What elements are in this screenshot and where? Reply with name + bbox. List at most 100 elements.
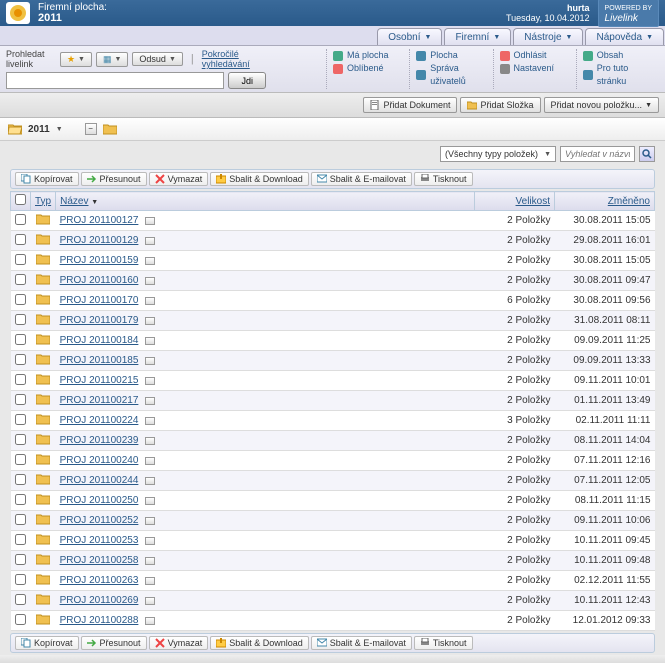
item-link[interactable]: PROJ 201100244: [60, 475, 139, 486]
zip-button[interactable]: Sbalit & Download: [210, 172, 309, 186]
copy-button[interactable]: Kopírovat: [15, 636, 79, 650]
app-logo[interactable]: [6, 2, 30, 24]
copy-button[interactable]: Kopírovat: [15, 172, 79, 186]
item-link[interactable]: PROJ 201100159: [60, 255, 139, 266]
item-link[interactable]: PROJ 201100253: [60, 535, 139, 546]
menu-item-nastavení[interactable]: Nastavení: [500, 62, 570, 75]
menu-item-obsah[interactable]: Obsah: [583, 49, 653, 62]
row-checkbox[interactable]: [15, 534, 26, 545]
row-checkbox[interactable]: [15, 514, 26, 525]
folder-nav-icon[interactable]: [103, 123, 117, 135]
delete-button[interactable]: Vymazat: [149, 172, 209, 186]
row-menu-button[interactable]: [145, 517, 155, 525]
row-menu-button[interactable]: [145, 577, 155, 585]
add-folder-button[interactable]: Přidat Složka: [460, 97, 540, 113]
mail-button[interactable]: Sbalit & E-mailovat: [311, 636, 412, 650]
item-link[interactable]: PROJ 201100224: [60, 415, 139, 426]
row-menu-button[interactable]: [145, 317, 155, 325]
type-filter-dropdown[interactable]: (Všechny typy položek)▼: [440, 146, 556, 162]
item-link[interactable]: PROJ 201100179: [60, 315, 139, 326]
tab-firemní[interactable]: Firemní▼: [444, 28, 511, 45]
item-link[interactable]: PROJ 201100269: [60, 595, 139, 606]
row-menu-button[interactable]: [145, 497, 155, 505]
go-button[interactable]: Jdi: [228, 72, 266, 89]
row-checkbox[interactable]: [15, 374, 26, 385]
print-button[interactable]: Tisknout: [414, 172, 473, 186]
menu-item-plocha[interactable]: Plocha: [416, 49, 486, 62]
row-checkbox[interactable]: [15, 294, 26, 305]
row-checkbox[interactable]: [15, 614, 26, 625]
item-link[interactable]: PROJ 201100160: [60, 275, 139, 286]
row-menu-button[interactable]: [145, 457, 155, 465]
row-menu-button[interactable]: [145, 437, 155, 445]
row-menu-button[interactable]: [145, 277, 155, 285]
row-checkbox[interactable]: [15, 554, 26, 565]
delete-button[interactable]: Vymazat: [149, 636, 209, 650]
search-input[interactable]: [6, 72, 224, 89]
item-link[interactable]: PROJ 201100170: [60, 295, 139, 306]
item-link[interactable]: PROJ 201100258: [60, 555, 139, 566]
move-button[interactable]: Přesunout: [81, 636, 147, 650]
row-checkbox[interactable]: [15, 434, 26, 445]
item-link[interactable]: PROJ 201100239: [60, 435, 139, 446]
row-menu-button[interactable]: [145, 237, 155, 245]
crumb-dropdown[interactable]: ▼: [56, 126, 63, 133]
row-checkbox[interactable]: [15, 354, 26, 365]
col-type[interactable]: Typ: [31, 192, 56, 211]
move-button[interactable]: Přesunout: [81, 172, 147, 186]
add-document-button[interactable]: Přidat Dokument: [363, 97, 457, 113]
row-menu-button[interactable]: [145, 377, 155, 385]
row-checkbox[interactable]: [15, 414, 26, 425]
row-checkbox[interactable]: [15, 234, 26, 245]
col-size[interactable]: Velikost: [475, 192, 555, 211]
print-button[interactable]: Tisknout: [414, 636, 473, 650]
item-link[interactable]: PROJ 201100250: [60, 495, 139, 506]
name-filter-input[interactable]: [560, 146, 635, 162]
tab-osobní[interactable]: Osobní▼: [377, 28, 442, 45]
item-link[interactable]: PROJ 201100129: [60, 235, 139, 246]
favorites-button[interactable]: ★▼: [60, 52, 92, 67]
item-link[interactable]: PROJ 201100127: [60, 215, 139, 226]
row-checkbox[interactable]: [15, 334, 26, 345]
tab-nápověda[interactable]: Nápověda▼: [585, 28, 664, 45]
row-menu-button[interactable]: [145, 477, 155, 485]
row-checkbox[interactable]: [15, 594, 26, 605]
view-button[interactable]: ▦▼: [96, 52, 128, 67]
row-menu-button[interactable]: [145, 417, 155, 425]
row-menu-button[interactable]: [145, 337, 155, 345]
row-menu-button[interactable]: [145, 397, 155, 405]
row-checkbox[interactable]: [15, 274, 26, 285]
zip-button[interactable]: Sbalit & Download: [210, 636, 309, 650]
row-checkbox[interactable]: [15, 394, 26, 405]
row-checkbox[interactable]: [15, 254, 26, 265]
filter-search-button[interactable]: [639, 146, 655, 162]
row-checkbox[interactable]: [15, 454, 26, 465]
menu-item-odhlásit[interactable]: Odhlásit: [500, 49, 570, 62]
item-link[interactable]: PROJ 201100252: [60, 515, 139, 526]
collapse-icon[interactable]: −: [85, 123, 97, 135]
row-checkbox[interactable]: [15, 314, 26, 325]
row-menu-button[interactable]: [145, 597, 155, 605]
row-menu-button[interactable]: [145, 257, 155, 265]
col-name[interactable]: Název ▼: [56, 192, 475, 211]
row-menu-button[interactable]: [145, 557, 155, 565]
menu-item-má-plocha[interactable]: Má plocha: [333, 49, 403, 62]
row-menu-button[interactable]: [145, 297, 155, 305]
mail-button[interactable]: Sbalit & E-mailovat: [311, 172, 412, 186]
item-link[interactable]: PROJ 201100217: [60, 395, 139, 406]
row-checkbox[interactable]: [15, 574, 26, 585]
tab-nástroje[interactable]: Nástroje▼: [513, 28, 583, 45]
select-all-checkbox[interactable]: [15, 194, 26, 205]
item-link[interactable]: PROJ 201100240: [60, 455, 139, 466]
advanced-search-link[interactable]: Pokročilé vyhledávání: [202, 49, 266, 69]
row-menu-button[interactable]: [145, 617, 155, 625]
row-checkbox[interactable]: [15, 214, 26, 225]
item-link[interactable]: PROJ 201100184: [60, 335, 139, 346]
item-link[interactable]: PROJ 201100215: [60, 375, 139, 386]
add-new-button[interactable]: Přidat novou položku...▼: [544, 97, 660, 113]
item-link[interactable]: PROJ 201100288: [60, 615, 139, 626]
menu-item-oblíbené[interactable]: Oblíbené: [333, 62, 403, 75]
item-link[interactable]: PROJ 201100185: [60, 355, 139, 366]
menu-item-pro-tuto-stránku[interactable]: Pro tuto stránku: [583, 62, 653, 88]
from-here-button[interactable]: Odsud▼: [132, 52, 182, 66]
